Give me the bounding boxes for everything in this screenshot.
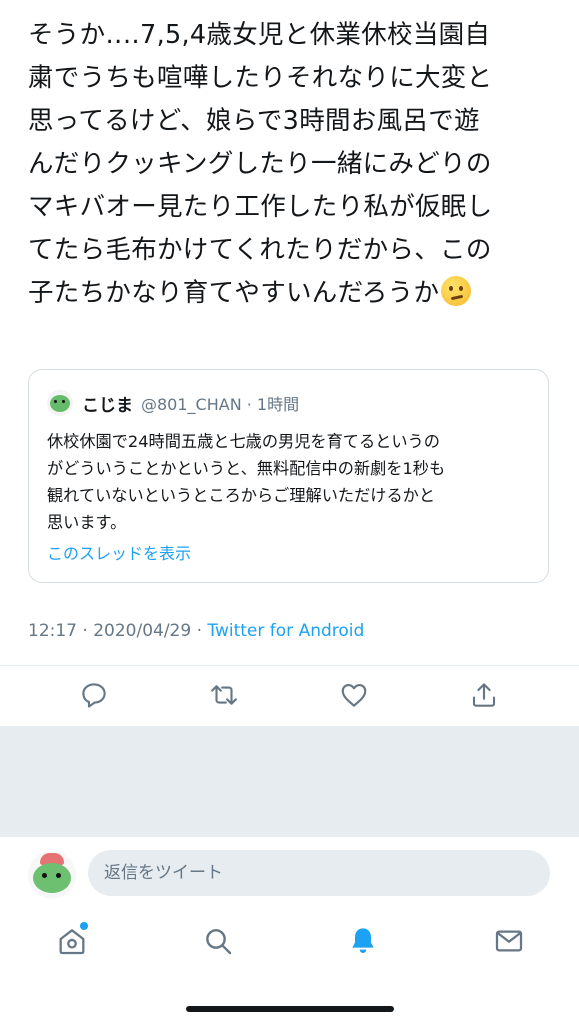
tweet-text-line-content: 子たちかなり育てやすいんだろうか (28, 278, 440, 308)
tweet-text-line: てたら毛布かけてくれたりだから、この (28, 235, 492, 265)
share-icon[interactable] (469, 680, 499, 710)
tweet-text-line: 思ってるけど、娘らで3時間お風呂で遊 (28, 106, 480, 136)
quoted-body-line: 観れていないというところからご理解いただけるかと (47, 486, 436, 505)
tweet-text-line: そうか‥‥7,5,4歳女児と休業休校当園自 (28, 20, 491, 50)
quoted-author-avatar[interactable] (47, 390, 73, 416)
tweet-text-line: んだりクッキングしたり一緒にみどりの (28, 149, 492, 179)
quoted-body-line: がどういうことかというと、無料配信中の新劇を1秒も (47, 459, 446, 478)
quoted-tweet-header: こじま @801_CHAN · 1時間 (47, 390, 299, 416)
tweet-text: そうか‥‥7,5,4歳女児と休業休校当園自 粛でうちも喧嘩したりそれなりに大変と… (28, 14, 568, 315)
retweet-icon[interactable] (209, 680, 239, 710)
quoted-author-name: こじま (82, 395, 133, 416)
show-thread-link[interactable]: このスレッドを表示 (47, 540, 191, 564)
tweet-text-line-last: 子たちかなり育てやすいんだろうか (28, 272, 568, 315)
home-indicator (186, 1006, 394, 1012)
quoted-tweet-card[interactable]: こじま @801_CHAN · 1時間 休校休園で24時間五歳と七歳の男児を育て… (28, 369, 549, 583)
search-icon[interactable] (202, 925, 234, 957)
quoted-body-line: 思います。 (47, 513, 127, 532)
heart-icon[interactable] (339, 680, 369, 710)
tweet-source-link[interactable]: Twitter for Android (207, 621, 364, 641)
tweet-meta: 12:17 · 2020/04/29 · Twitter for Android (28, 621, 364, 641)
tweet-text-line: マキバオー見たり工作したり私が仮眠し (28, 192, 493, 222)
reply-icon[interactable] (79, 680, 109, 710)
home-notification-dot (80, 922, 88, 930)
quoted-body-line: 休校休園で24時間五歳と七歳の男児を育てるというの (47, 432, 440, 451)
quoted-author-handle-time: @801_CHAN · 1時間 (141, 395, 300, 414)
bell-icon[interactable] (347, 925, 379, 957)
current-user-avatar[interactable] (28, 851, 76, 899)
tweet-action-bar (0, 666, 579, 726)
tweet-timestamp: 12:17 · 2020/04/29 · (28, 621, 208, 641)
mail-icon[interactable] (493, 925, 525, 957)
empty-replies-area (0, 726, 579, 837)
quoted-tweet-body: 休校休園で24時間五歳と七歳の男児を育てるというの がどういうことかというと、無… (47, 428, 542, 536)
reply-compose-bar: 返信をツイート (0, 837, 579, 909)
tweet-text-line: 粛でうちも喧嘩したりそれなりに大変と (28, 63, 493, 93)
reply-input[interactable]: 返信をツイート (88, 850, 550, 896)
thinking-face-emoji (441, 276, 472, 306)
